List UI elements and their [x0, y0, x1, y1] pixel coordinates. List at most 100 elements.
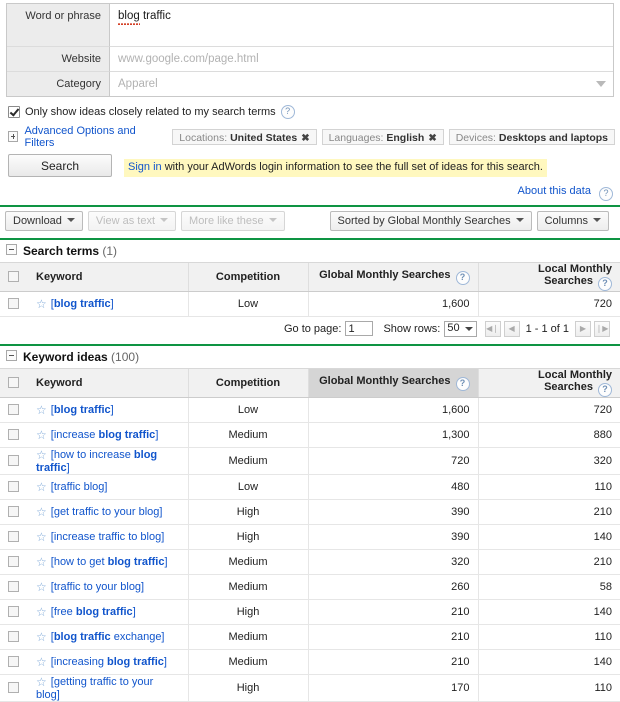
word-or-phrase-input[interactable]: blog traffic [110, 4, 613, 46]
keyword-link[interactable]: [get traffic to your blog] [51, 506, 163, 518]
row-checkbox[interactable] [8, 297, 19, 309]
table-row[interactable]: ☆ [getting traffic to your blog] High 170 11… [0, 674, 620, 702]
sorted-by-button[interactable]: Sorted by Global Monthly Searches [329, 210, 532, 231]
help-icon[interactable]: ? [455, 271, 470, 285]
table-row[interactable]: ☆ [increasing blog traffic] Medium 210 140 [0, 649, 620, 675]
advanced-options-link[interactable]: Advanced Options and Filters [24, 125, 160, 149]
help-icon[interactable]: ? [598, 277, 612, 291]
star-icon[interactable]: ☆ [36, 403, 47, 417]
table-row[interactable]: ☆ [increase traffic to blog] High 390 140 [0, 524, 620, 550]
keyword-link[interactable]: [free blog traffic] [51, 606, 136, 618]
collapse-minus-icon[interactable] [6, 350, 17, 361]
star-icon[interactable]: ☆ [36, 480, 47, 494]
header-competition[interactable]: Competition [187, 368, 308, 398]
next-page-button[interactable]: ▶ [575, 320, 591, 337]
row-checkbox[interactable] [8, 605, 19, 617]
keyword-bold: blog traffic [53, 298, 111, 310]
table-row[interactable]: ☆ [blog traffic] Low 1,600 720 [0, 397, 620, 423]
star-icon[interactable]: ☆ [36, 675, 47, 689]
row-checkbox[interactable] [8, 428, 19, 440]
prev-page-button[interactable]: ◀ [503, 320, 520, 337]
keyword-link[interactable]: [getting traffic to your blog] [36, 676, 153, 701]
help-icon[interactable]: ? [280, 104, 295, 119]
only-show-related-checkbox[interactable] [8, 105, 20, 118]
row-checkbox[interactable] [8, 655, 19, 667]
table-row[interactable]: ☆ [get traffic to your blog] High 390 210 [0, 499, 620, 525]
close-icon[interactable]: ✖ [301, 133, 309, 144]
keyword-link[interactable]: [how to get blog traffic] [51, 556, 168, 568]
about-this-data-link[interactable]: About this data [518, 185, 591, 197]
close-icon[interactable]: ✖ [428, 133, 436, 144]
filter-chip-devices[interactable]: Devices: Desktops and laptops [448, 128, 615, 145]
collapse-minus-icon[interactable] [6, 244, 17, 255]
expand-plus-icon[interactable] [8, 131, 19, 142]
table-row[interactable]: ☆ [free blog traffic] High 210 140 [0, 599, 620, 625]
columns-button[interactable]: Columns [536, 210, 609, 231]
row-checkbox[interactable] [8, 403, 19, 415]
keyword-link[interactable]: [blog traffic] [51, 298, 114, 310]
first-page-button[interactable]: ◀❘ [484, 320, 501, 337]
header-keyword[interactable]: Keyword [28, 262, 188, 292]
header-keyword[interactable]: Keyword [28, 368, 188, 398]
row-checkbox[interactable] [8, 480, 19, 492]
help-icon[interactable]: ? [599, 187, 613, 201]
table-row[interactable]: ☆ [increase blog traffic] Medium 1,300 880 [0, 422, 620, 448]
row-checkbox[interactable] [8, 681, 19, 693]
category-select[interactable]: Apparel [110, 71, 613, 96]
header-global-monthly-searches[interactable]: Global Monthly Searches? [307, 262, 478, 292]
header-local-monthly-searches[interactable]: Local Monthly Searches? [477, 368, 620, 398]
row-keyword-cell: ☆ [how to get blog traffic] [28, 549, 188, 575]
sign-in-link[interactable]: Sign in [128, 161, 162, 173]
search-button[interactable]: Search [8, 154, 112, 177]
header-local-monthly-searches[interactable]: Local Monthly Searches? [477, 262, 620, 292]
header-global-monthly-searches[interactable]: Global Monthly Searches? [307, 368, 478, 398]
row-checkbox[interactable] [8, 530, 19, 542]
header-competition[interactable]: Competition [187, 262, 308, 292]
table-row[interactable]: ☆ [blog traffic exchange] Medium 210 110 [0, 624, 620, 650]
star-icon[interactable]: ☆ [36, 530, 47, 544]
row-checkbox[interactable] [8, 555, 19, 567]
category-placeholder: Apparel [118, 78, 158, 90]
show-rows-select[interactable]: 50 [444, 320, 477, 337]
more-like-these-button[interactable]: More like these [181, 210, 285, 231]
star-icon[interactable]: ☆ [36, 655, 47, 669]
star-icon[interactable]: ☆ [36, 505, 47, 519]
website-input[interactable]: www.google.com/page.html [110, 46, 613, 71]
select-all-checkbox[interactable] [8, 376, 19, 388]
filter-chip-locations[interactable]: Locations: United States ✖ [172, 128, 317, 145]
help-icon[interactable]: ? [455, 377, 470, 391]
keyword-link[interactable]: [traffic to your blog] [51, 581, 144, 593]
keyword-link[interactable]: [blog traffic] [51, 404, 114, 416]
keyword-link[interactable]: [increase blog traffic] [51, 429, 159, 441]
row-checkbox[interactable] [8, 454, 19, 466]
keyword-link[interactable]: [increasing blog traffic] [51, 656, 167, 668]
star-icon[interactable]: ☆ [36, 448, 47, 462]
row-keyword-cell: ☆ [free blog traffic] [28, 599, 188, 625]
help-icon[interactable]: ? [598, 383, 612, 397]
table-row[interactable]: ☆ [blog traffic] Low 1,600 720 [0, 291, 620, 317]
star-icon[interactable]: ☆ [36, 605, 47, 619]
row-checkbox-cell [0, 397, 28, 423]
star-icon[interactable]: ☆ [36, 630, 47, 644]
star-icon[interactable]: ☆ [36, 428, 47, 442]
star-icon[interactable]: ☆ [36, 555, 47, 569]
keyword-link[interactable]: [blog traffic exchange] [51, 631, 165, 643]
star-icon[interactable]: ☆ [36, 580, 47, 594]
view-as-text-button[interactable]: View as text [87, 210, 177, 231]
table-row[interactable]: ☆ [traffic blog] Low 480 110 [0, 474, 620, 500]
row-checkbox[interactable] [8, 580, 19, 592]
star-icon[interactable]: ☆ [36, 297, 47, 311]
table-row[interactable]: ☆ [how to increase blog traffic] Medium 720… [0, 447, 620, 475]
keyword-link[interactable]: [how to increase blog traffic] [36, 449, 157, 474]
goto-page-input[interactable]: 1 [345, 321, 374, 336]
filter-chip-languages[interactable]: Languages: English ✖ [321, 128, 444, 145]
last-page-button[interactable]: ❘▶ [594, 320, 610, 337]
select-all-checkbox[interactable] [8, 270, 19, 282]
table-row[interactable]: ☆ [how to get blog traffic] Medium 320 210 [0, 549, 620, 575]
row-checkbox[interactable] [8, 505, 19, 517]
row-checkbox[interactable] [8, 630, 19, 642]
keyword-link[interactable]: [traffic blog] [51, 481, 108, 493]
download-button[interactable]: Download [5, 210, 83, 231]
table-row[interactable]: ☆ [traffic to your blog] Medium 260 58 [0, 574, 620, 600]
keyword-link[interactable]: [increase traffic to blog] [51, 531, 165, 543]
